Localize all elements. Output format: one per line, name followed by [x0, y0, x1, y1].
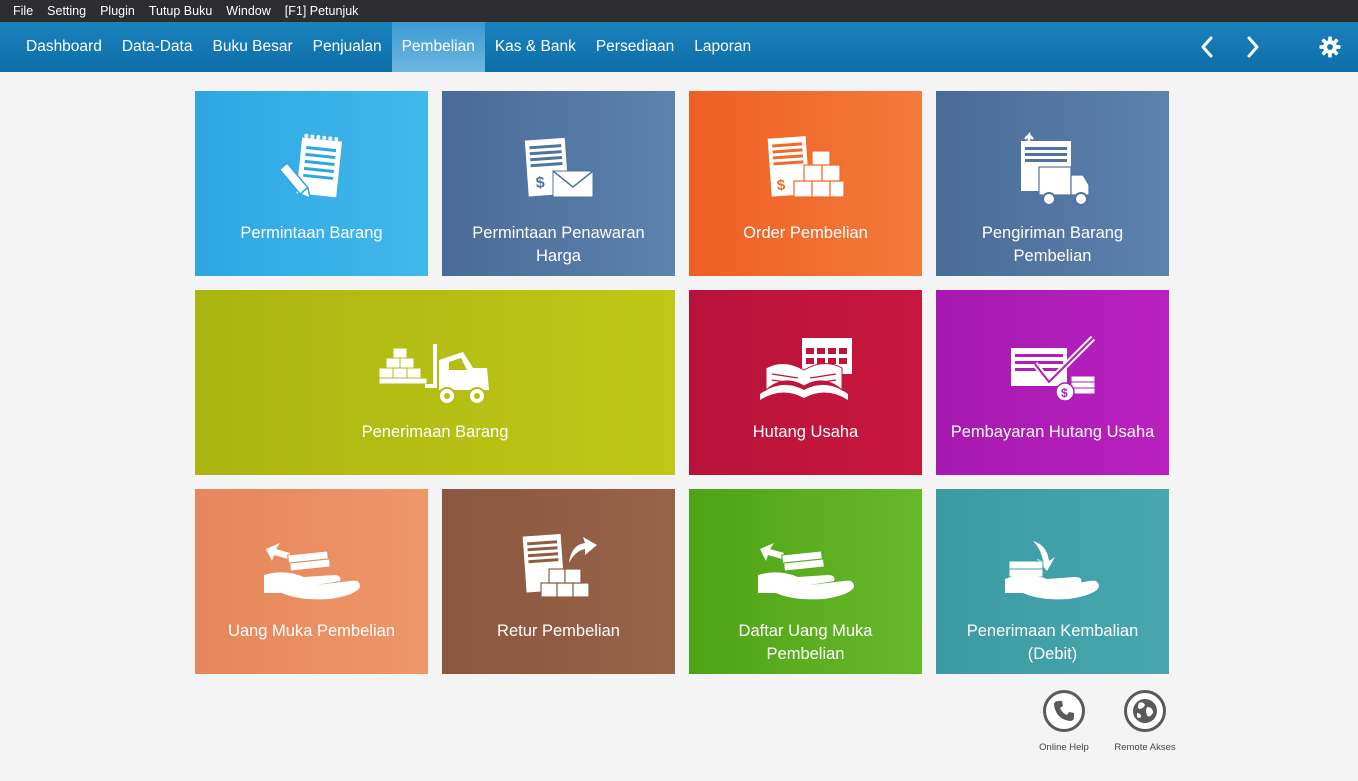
hand-receive-icon	[1004, 541, 1099, 600]
tab-penjualan[interactable]: Penjualan	[303, 22, 392, 72]
hand-money-icon	[263, 543, 360, 600]
tile-label: Pembayaran Hutang Usaha	[950, 423, 1155, 441]
tile-label: Penerimaan Kembalian (Debit)	[966, 622, 1139, 663]
back-button[interactable]	[1184, 22, 1230, 72]
tab-laporan[interactable]: Laporan	[684, 22, 761, 72]
tile-hutang-usaha[interactable]: Hutang Usaha	[689, 290, 922, 475]
tile-label: Daftar Uang Muka Pembelian	[738, 622, 873, 663]
tab-kas-bank[interactable]: Kas & Bank	[485, 22, 586, 72]
tile-label: Penerimaan Barang	[361, 423, 509, 441]
forklift-icon	[378, 344, 489, 405]
tile-label: Uang Muka Pembelian	[228, 622, 395, 640]
tile-label: Pengiriman Barang Pembelian	[981, 224, 1124, 265]
tile-label: Order Pembelian	[743, 224, 868, 242]
tab-pembelian[interactable]: Pembelian	[391, 22, 485, 72]
tile-pembayaran-hutang-usaha[interactable]: $ Pembayaran Hutang Usaha	[936, 290, 1169, 475]
tab-dashboard[interactable]: Dashboard	[16, 22, 112, 72]
remote-akses-label: Remote Akses	[1114, 742, 1176, 753]
calendar-book-icon	[759, 338, 852, 400]
svg-text:$: $	[535, 174, 545, 192]
tile-order-pembelian[interactable]: $ Order Pembelian	[689, 91, 922, 276]
tile-pengiriman-barang-pembelian[interactable]: Pengiriman Barang Pembelian	[936, 91, 1169, 276]
tab-persediaan[interactable]: Persediaan	[586, 22, 684, 72]
tile-label: Hutang Usaha	[752, 423, 859, 441]
hand-money-list-icon	[757, 543, 854, 600]
menu-plugin[interactable]: Plugin	[93, 0, 142, 22]
tile-label: Permintaan Penawaran Harga	[472, 224, 645, 265]
menu-bar: File Setting Plugin Tutup Buku Window [F…	[0, 0, 1358, 22]
svg-text:$: $	[1061, 386, 1068, 400]
tile-permintaan-penawaran-harga[interactable]: $ Permintaan Penawaran Harga	[442, 91, 675, 276]
online-help-label: Online Help	[1039, 742, 1089, 753]
module-nav-bar: Dashboard Data-Data Buku Besar Penjualan…	[0, 22, 1358, 72]
chevron-left-icon	[1201, 36, 1213, 58]
forward-button[interactable]	[1230, 22, 1276, 72]
menu-tutup-buku[interactable]: Tutup Buku	[142, 0, 219, 22]
online-help-button[interactable]: Online Help	[1029, 690, 1099, 753]
tile-penerimaan-kembalian-debit[interactable]: Penerimaan Kembalian (Debit)	[936, 489, 1169, 674]
return-boxes-icon	[522, 533, 597, 598]
tile-retur-pembelian[interactable]: Retur Pembelian	[442, 489, 675, 674]
phone-icon	[1043, 690, 1085, 732]
tile-permintaan-barang[interactable]: Permintaan Barang	[195, 91, 428, 276]
menu-petunjuk[interactable]: [F1] Petunjuk	[278, 0, 366, 22]
tile-label: Permintaan Barang	[240, 224, 383, 242]
tile-uang-muka-pembelian[interactable]: Uang Muka Pembelian	[195, 489, 428, 674]
tile-label: Retur Pembelian	[497, 622, 620, 640]
tab-data-data[interactable]: Data-Data	[112, 22, 203, 72]
delivery-truck-icon	[1020, 131, 1090, 206]
menu-file[interactable]: File	[6, 0, 40, 22]
globe-icon	[1124, 690, 1166, 732]
gear-icon	[1319, 36, 1341, 58]
notepad-pencil-icon	[277, 133, 342, 200]
chevron-right-icon	[1247, 36, 1259, 58]
payment-check-icon: $	[1010, 335, 1095, 402]
tile-daftar-uang-muka-pembelian[interactable]: Daftar Uang Muka Pembelian	[689, 489, 922, 674]
order-boxes-icon: $	[767, 136, 845, 198]
tile-penerimaan-barang[interactable]: Penerimaan Barang	[195, 290, 675, 475]
settings-button[interactable]	[1302, 22, 1358, 72]
remote-akses-button[interactable]: Remote Akses	[1110, 690, 1180, 753]
menu-window[interactable]: Window	[219, 0, 277, 22]
quote-envelope-icon: $	[524, 137, 593, 198]
tab-buku-besar[interactable]: Buku Besar	[202, 22, 302, 72]
menu-setting[interactable]: Setting	[40, 0, 93, 22]
